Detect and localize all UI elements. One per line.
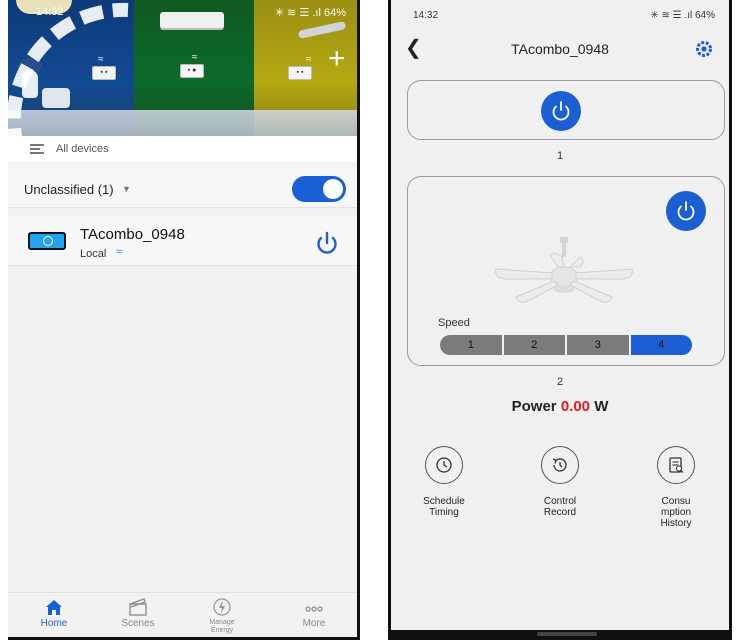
device-name: TAcombo_0948: [80, 226, 185, 243]
home-icon: [46, 600, 62, 615]
energy-icon: [213, 598, 231, 616]
socket-illustration: ▪ ●: [180, 64, 204, 78]
consumption-history-circle[interactable]: [657, 446, 695, 484]
power-label: Power: [511, 398, 557, 415]
wifi-icon: ≈: [192, 52, 198, 63]
control-record-button[interactable]: Control Record: [515, 446, 605, 518]
nav-home-label: Home: [40, 618, 68, 629]
nav-manage-energy[interactable]: Manage Energy: [187, 597, 257, 635]
speed-option-1[interactable]: 1: [440, 335, 504, 355]
history-icon: [552, 458, 567, 472]
nav-more-label: More: [302, 618, 326, 629]
group-toggle[interactable]: [292, 176, 346, 202]
power-readout: Power 0.00 W: [391, 398, 729, 415]
consumption-history-label: Consu mption History: [660, 496, 692, 529]
speed-label: Speed: [438, 317, 470, 329]
nav-home[interactable]: Home: [19, 597, 89, 629]
nav-manage-energy-label: Manage Energy: [209, 619, 235, 634]
status-bar: 14:32 ✳ ≋ ☰ .ıl 64%: [8, 0, 357, 22]
system-nav-bar: [391, 630, 729, 637]
speed-option-3[interactable]: 3: [567, 335, 631, 355]
power-icon: [552, 101, 570, 121]
gear-icon[interactable]: [695, 40, 713, 58]
consumption-history-button[interactable]: Consu mption History: [631, 446, 721, 529]
app-home-screen: ≈ ▪ ▪ ≈ ▪ ● ≈ ▪ ▪ + 14:32 ✳ ≋ ☰ .ıl 64% …: [8, 0, 360, 640]
schedule-timing-label: Schedule Timing: [423, 496, 465, 518]
speed-selector: 1 2 3 4: [440, 335, 692, 355]
switch-1-power-button[interactable]: [541, 91, 581, 131]
toggle-knob: [323, 179, 343, 199]
battery-level: 64%: [694, 10, 715, 21]
switch-1-card: [407, 80, 725, 140]
nav-more[interactable]: More: [279, 597, 349, 629]
battery-level: 64%: [323, 7, 346, 19]
vase-illustration: [22, 70, 38, 98]
group-header[interactable]: Unclassified (1) ▼: [8, 168, 357, 208]
group-label[interactable]: Unclassified (1): [24, 182, 114, 197]
switch-2-power-button[interactable]: [666, 191, 706, 231]
switch-2-label: 2: [556, 376, 564, 388]
schedule-timing-circle[interactable]: [425, 446, 463, 484]
control-record-label: Control Record: [543, 496, 577, 518]
wifi-icon: ≈: [306, 54, 312, 65]
device-type-icon: [28, 232, 66, 250]
device-connection: Local: [80, 248, 107, 260]
power-icon[interactable]: [314, 230, 340, 256]
home-indicator[interactable]: [537, 632, 597, 636]
wifi-icon: ≈: [98, 54, 104, 65]
socket-illustration: ▪ ▪: [288, 66, 312, 80]
status-icons-battery: ✳ ≋ ☰ .ıl 64%: [275, 6, 346, 19]
device-title: TAcombo_0948: [511, 41, 609, 57]
add-device-plus-icon[interactable]: +: [328, 44, 346, 74]
wifi-icon: ≈: [116, 246, 123, 258]
status-time: 14:32: [36, 6, 64, 18]
status-time: 14:32: [413, 10, 439, 21]
status-icons: ✳ ≋ ☰ .ıl: [274, 7, 321, 19]
ceiling-fan-icon: [495, 237, 633, 303]
more-icon: [305, 606, 323, 612]
filter-icon: [30, 144, 44, 154]
speed-option-4[interactable]: 4: [630, 335, 692, 355]
power-value: 0.00: [560, 398, 591, 415]
chevron-down-icon[interactable]: ▼: [122, 184, 131, 194]
status-icons-battery: ✳ ≋ ☰ .ıl 64%: [650, 10, 715, 21]
all-devices-label: All devices: [56, 143, 109, 155]
bottom-navigation: Home Scenes Manage Energy More: [8, 592, 357, 637]
clock-icon: [436, 457, 452, 473]
chair-illustration: [42, 88, 70, 108]
nav-scenes[interactable]: Scenes: [103, 597, 173, 629]
switch-2-fan-card: Speed 1 2 3 4: [407, 176, 725, 366]
scenes-icon: [129, 598, 147, 616]
schedule-timing-button[interactable]: Schedule Timing: [399, 446, 489, 518]
all-devices-filter[interactable]: All devices: [8, 136, 357, 162]
status-icons: ✳ ≋ ☰ .ıl: [650, 10, 693, 21]
status-bar: 14:32 ✳ ≋ ☰ .ıl 64%: [391, 0, 729, 22]
device-detail-screen: 14:32 ✳ ≋ ☰ .ıl 64% ❮ TAcombo_0948 1 Spe…: [388, 0, 732, 640]
socket-illustration: ▪ ▪: [92, 66, 116, 80]
speed-option-2[interactable]: 2: [503, 335, 567, 355]
report-icon: [669, 457, 684, 473]
nav-scenes-label: Scenes: [121, 618, 155, 629]
banner-floor: [8, 110, 357, 136]
device-list-item[interactable]: TAcombo_0948 Local ≈: [8, 216, 357, 266]
switch-1-label: 1: [556, 150, 564, 162]
control-record-circle[interactable]: [541, 446, 579, 484]
power-unit: W: [594, 398, 609, 415]
power-icon: [677, 201, 695, 221]
